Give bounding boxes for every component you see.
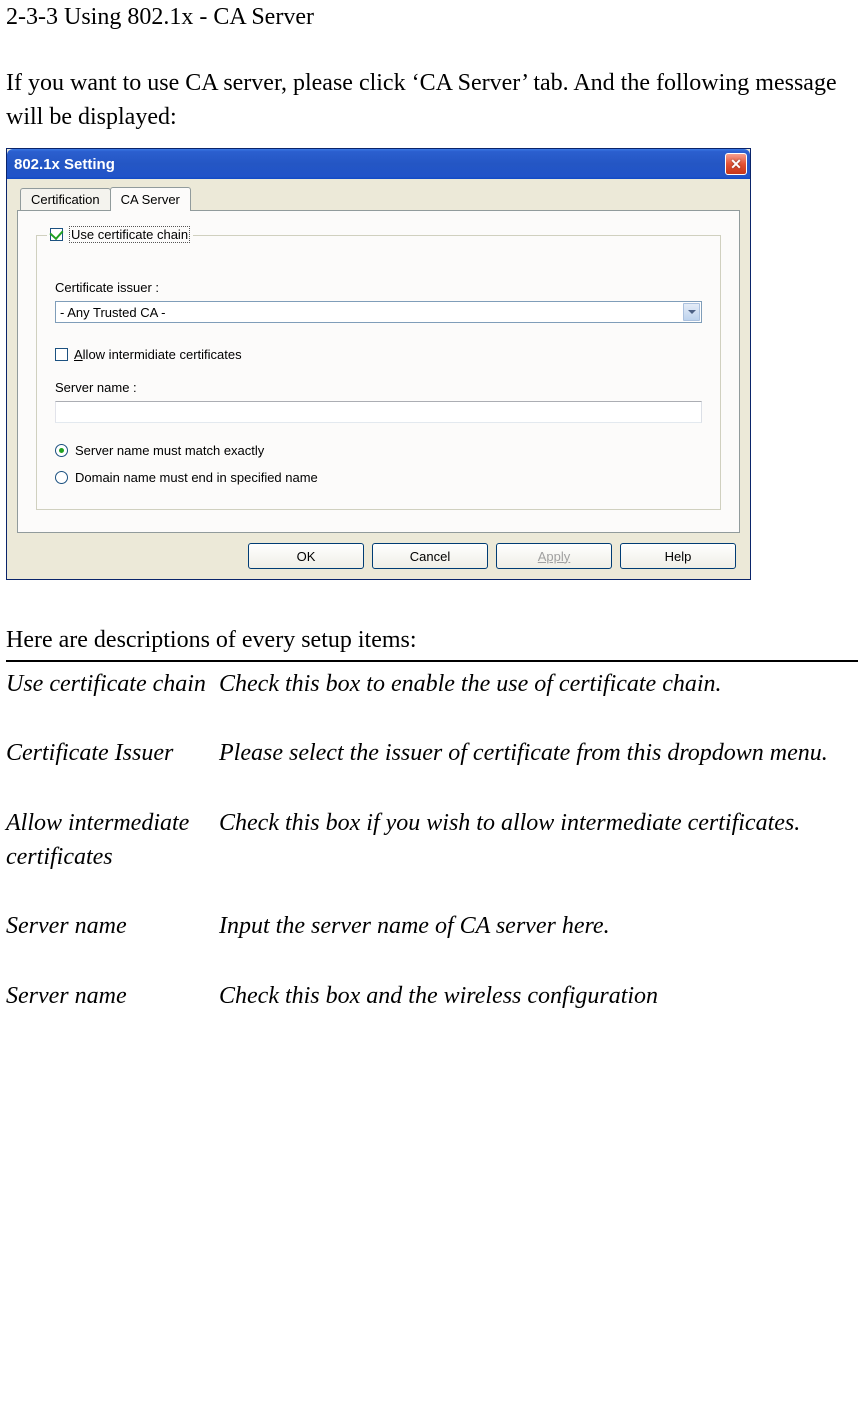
apply-label: Apply: [538, 549, 571, 564]
chevron-down-icon[interactable]: [683, 303, 700, 321]
help-button[interactable]: Help: [620, 543, 736, 569]
descriptions-table: Use certificate chain Check this box to …: [6, 668, 858, 1014]
desc-label: Server name: [6, 910, 219, 944]
desc-value: Check this box and the wireless configur…: [219, 980, 858, 1014]
window-body: Certification CA Server Use certificate …: [7, 179, 750, 579]
cert-issuer-value: - Any Trusted CA -: [60, 305, 166, 320]
settings-window: 802.1x Setting ✕ Certification CA Server…: [6, 148, 751, 580]
desc-value: Input the server name of CA server here.: [219, 910, 858, 944]
tab-certification[interactable]: Certification: [20, 188, 111, 210]
cancel-button[interactable]: Cancel: [372, 543, 488, 569]
use-cert-chain-checkbox[interactable]: [50, 228, 63, 241]
server-name-input[interactable]: [55, 401, 702, 423]
allow-intermediate-checkbox[interactable]: [55, 348, 68, 361]
section-heading: 2-3-3 Using 802.1x - CA Server: [6, 4, 858, 31]
ok-button[interactable]: OK: [248, 543, 364, 569]
server-name-label: Server name :: [55, 380, 702, 395]
radio-match-exactly-row: Server name must match exactly: [55, 443, 702, 458]
desc-value: Please select the issuer of certificate …: [219, 737, 858, 771]
radio-domain-end[interactable]: [55, 471, 68, 484]
certificate-groupbox: Use certificate chain Certificate issuer…: [36, 235, 721, 510]
desc-label: Use certificate chain: [6, 668, 219, 702]
desc-value: Check this box to enable the use of cert…: [219, 668, 858, 702]
desc-row-server-name: Server name Input the server name of CA …: [6, 910, 858, 944]
desc-value: Check this box if you wish to allow inte…: [219, 807, 858, 874]
radio-domain-end-row: Domain name must end in specified name: [55, 470, 702, 485]
desc-row-use-cert-chain: Use certificate chain Check this box to …: [6, 668, 858, 702]
allow-intermediate-row: Allow intermidiate certificates: [55, 347, 702, 362]
window-title: 802.1x Setting: [14, 156, 115, 173]
radio-match-exactly[interactable]: [55, 444, 68, 457]
allow-intermediate-label[interactable]: Allow intermidiate certificates: [74, 347, 242, 362]
tab-ca-server[interactable]: CA Server: [110, 187, 191, 211]
close-button[interactable]: ✕: [725, 153, 747, 175]
radio-match-exactly-label[interactable]: Server name must match exactly: [75, 443, 264, 458]
descriptions-intro: Here are descriptions of every setup ite…: [6, 624, 858, 658]
use-cert-chain-label[interactable]: Use certificate chain: [69, 226, 190, 243]
desc-label: Certificate Issuer: [6, 737, 219, 771]
use-cert-chain-row: Use certificate chain: [47, 226, 193, 243]
desc-label: Server name: [6, 980, 219, 1014]
divider: [6, 660, 858, 662]
desc-label: Allow intermediate certificates: [6, 807, 219, 874]
intro-text: If you want to use CA server, please cli…: [6, 67, 858, 134]
tab-panel: Use certificate chain Certificate issuer…: [17, 210, 740, 533]
desc-row-server-name-2: Server name Check this box and the wirel…: [6, 980, 858, 1014]
desc-row-allow-intermediate: Allow intermediate certificates Check th…: [6, 807, 858, 874]
tabs: Certification CA Server: [20, 187, 740, 210]
radio-domain-end-label[interactable]: Domain name must end in specified name: [75, 470, 318, 485]
cert-issuer-label: Certificate issuer :: [55, 280, 702, 295]
apply-button[interactable]: Apply: [496, 543, 612, 569]
titlebar: 802.1x Setting ✕: [7, 149, 750, 179]
button-row: OK Cancel Apply Help: [17, 543, 740, 569]
desc-row-cert-issuer: Certificate Issuer Please select the iss…: [6, 737, 858, 771]
close-icon: ✕: [730, 156, 742, 173]
cert-issuer-dropdown[interactable]: - Any Trusted CA -: [55, 301, 702, 323]
